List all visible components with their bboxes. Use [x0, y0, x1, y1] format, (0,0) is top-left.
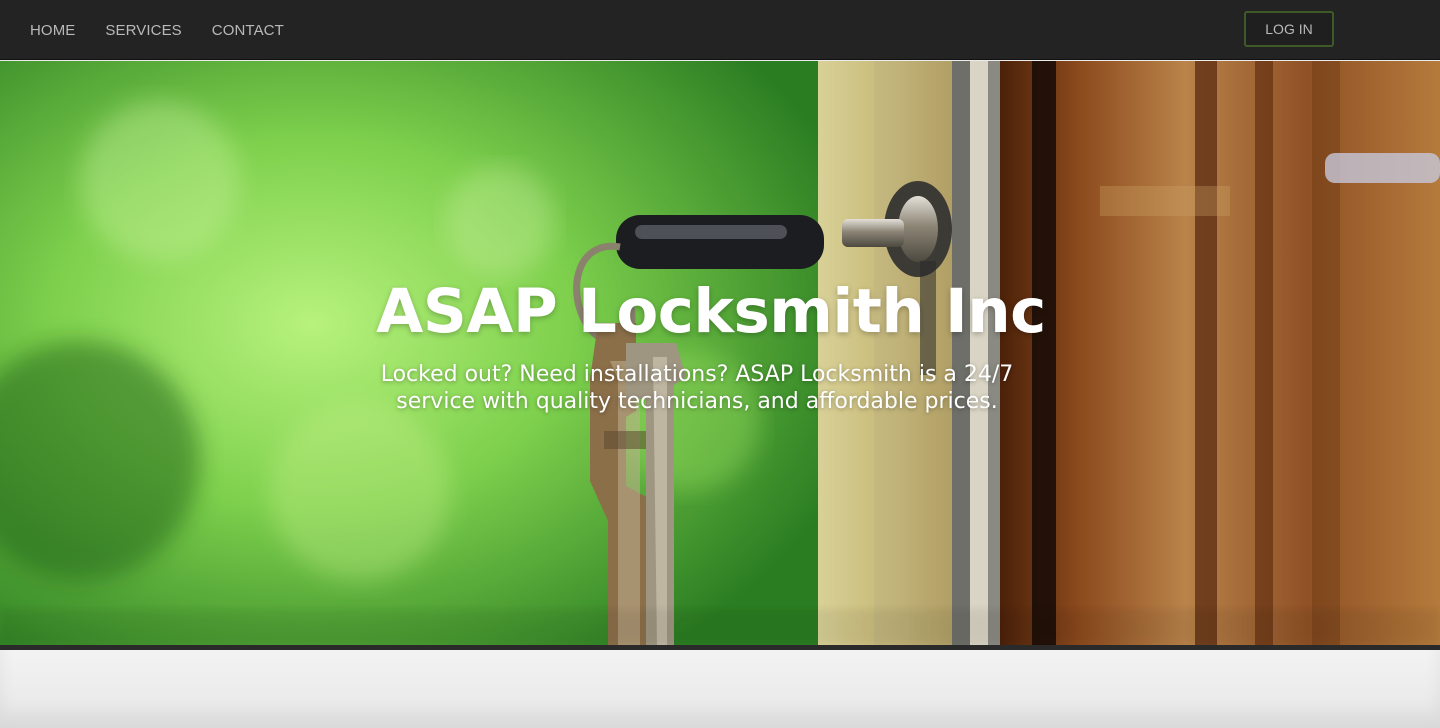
hero-title: ASAP Locksmith Inc: [376, 276, 1046, 347]
page-content-band: [0, 650, 1440, 728]
hero-background-image: [0, 61, 1440, 645]
hero-banner: ASAP Locksmith Inc Locked out? Need inst…: [0, 61, 1440, 645]
top-navbar: HOME SERVICES CONTACT LOG IN: [0, 0, 1440, 60]
main-nav: HOME SERVICES CONTACT: [30, 0, 284, 60]
nav-services-link[interactable]: SERVICES: [105, 22, 181, 39]
login-button[interactable]: LOG IN: [1244, 11, 1334, 47]
nav-contact-link[interactable]: CONTACT: [212, 22, 284, 39]
hero-subtitle: Locked out? Need installations? ASAP Loc…: [380, 362, 1014, 414]
nav-home-link[interactable]: HOME: [30, 22, 75, 39]
